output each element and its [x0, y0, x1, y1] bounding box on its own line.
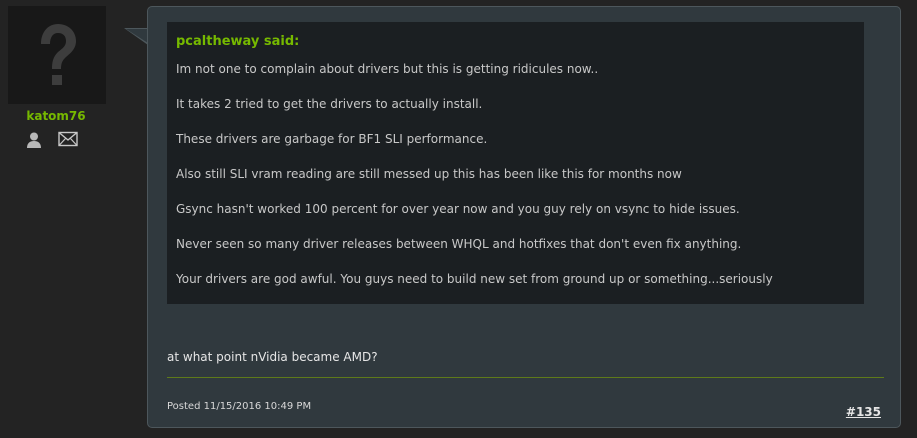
post-container: pcaltheway said: Im not one to complain …: [147, 6, 901, 428]
quote-line: Never seen so many driver releases betwe…: [176, 237, 742, 251]
quote-line: Gsync hasn't worked 100 percent for over…: [176, 202, 740, 216]
avatar[interactable]: [8, 6, 106, 104]
username-link[interactable]: katom76: [0, 109, 112, 123]
quote-block: pcaltheway said: Im not one to complain …: [167, 22, 864, 304]
reply-text: at what point nVidia became AMD?: [167, 350, 378, 364]
quote-line: Your drivers are god awful. You guys nee…: [176, 272, 773, 286]
post-timestamp: Posted 11/15/2016 10:49 PM: [167, 401, 312, 412]
post-divider: [167, 377, 884, 378]
quote-line: These drivers are garbage for BF1 SLI pe…: [176, 132, 488, 146]
quote-line: It takes 2 tried to get the drivers to a…: [176, 97, 483, 111]
profile-icon[interactable]: [25, 131, 43, 153]
quote-author[interactable]: pcaltheway said:: [176, 33, 855, 51]
forum-page: katom76 pcaltheway said: Im not one to c…: [0, 0, 917, 438]
mail-icon[interactable]: [58, 131, 78, 151]
post-number-link[interactable]: #135: [846, 404, 881, 420]
quote-line: Also still SLI vram reading are still me…: [176, 167, 682, 181]
user-info: katom76: [0, 0, 120, 438]
quote-line: Im not one to complain about drivers but…: [176, 62, 599, 76]
question-mark-avatar-icon: [8, 6, 106, 104]
user-actions: [25, 131, 95, 151]
